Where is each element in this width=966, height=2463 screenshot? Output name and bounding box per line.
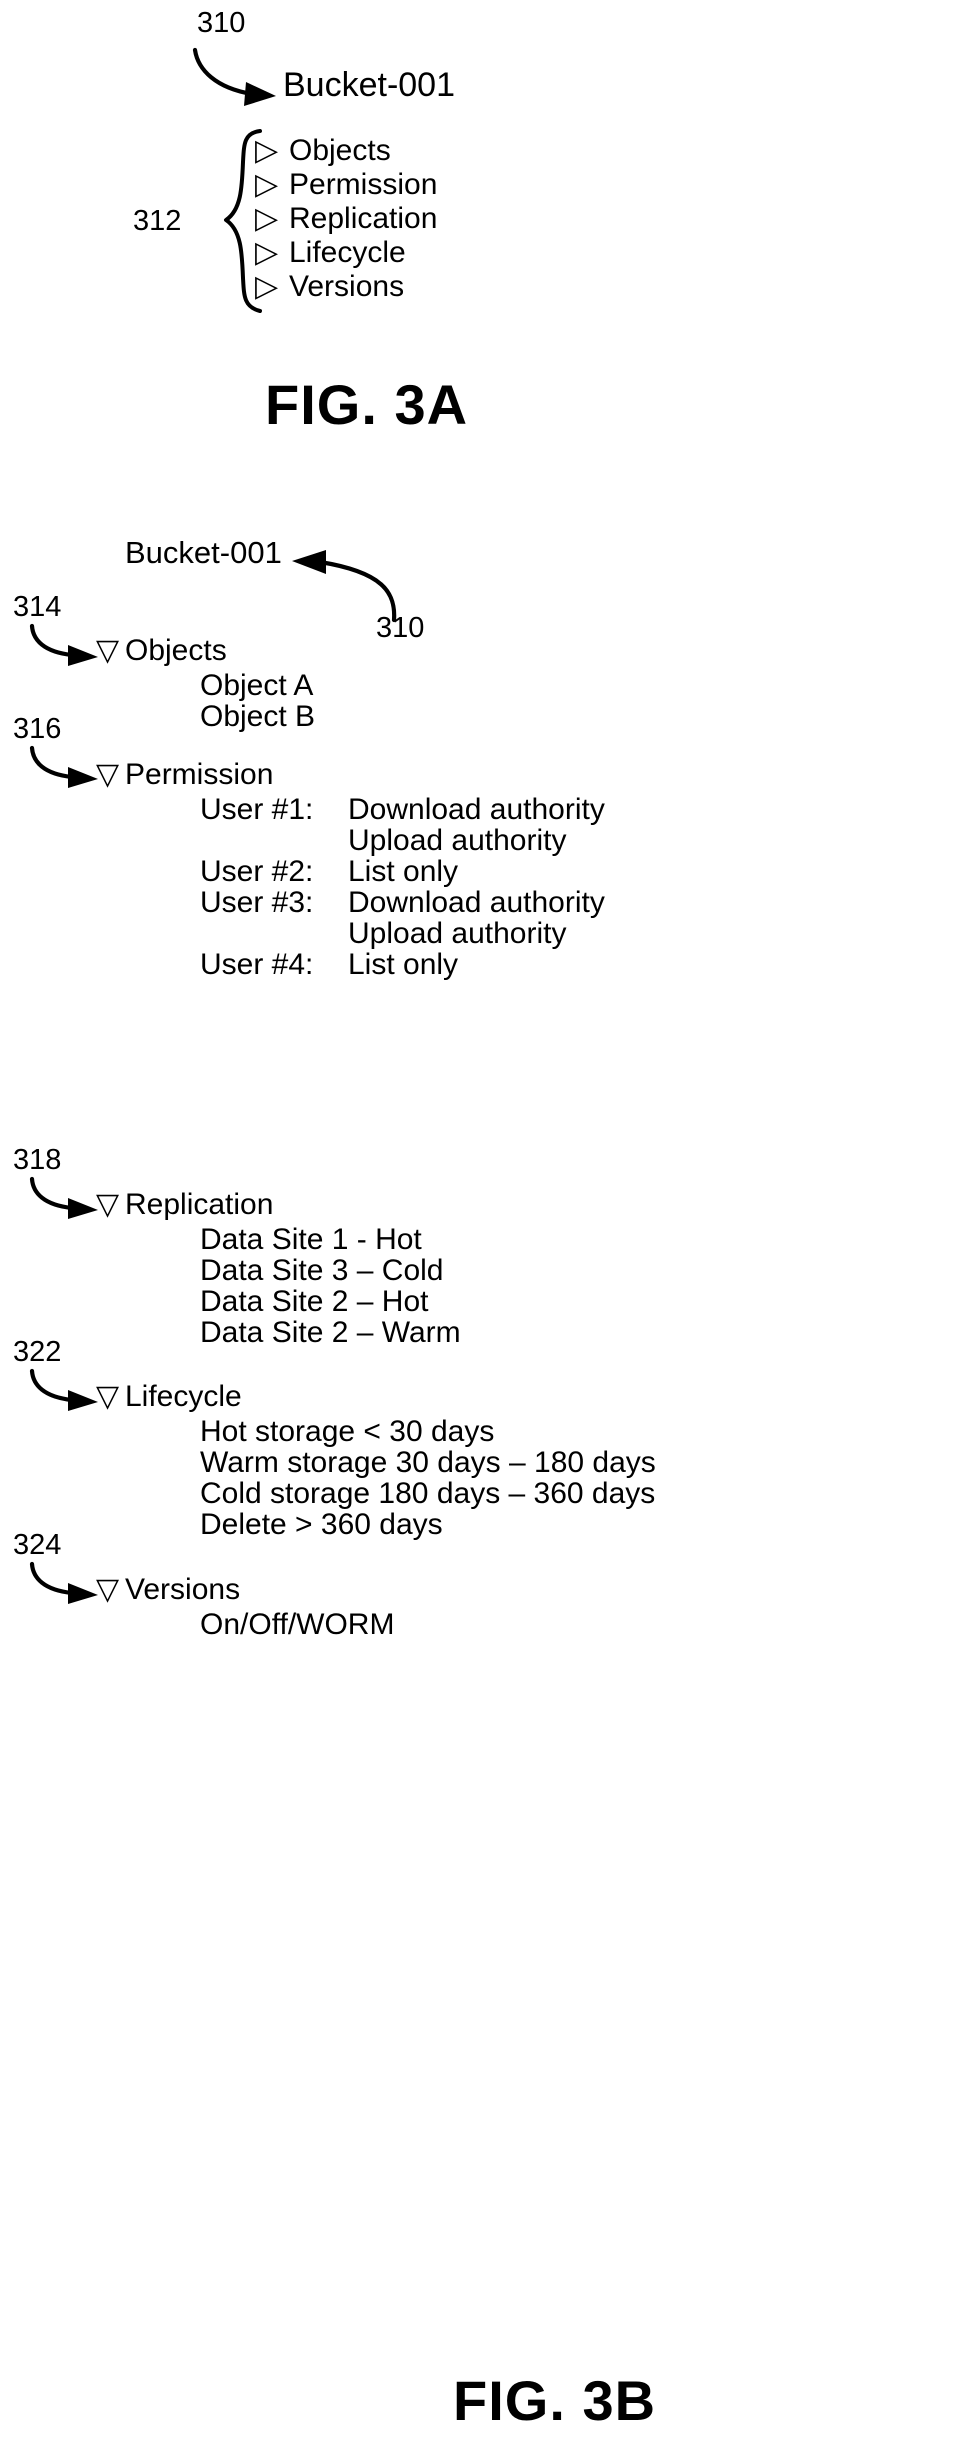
section-rows-permission: User #1: Download authority Upload autho…: [200, 793, 605, 981]
list-item: On/Off/WORM: [200, 1608, 395, 1641]
row-left: Warm storage 30 days – 180 days: [200, 1446, 656, 1479]
row-left: Cold storage 180 days – 360 days: [200, 1477, 656, 1510]
list-item: Data Site 1 - Hot: [200, 1223, 461, 1256]
section-title: Objects: [125, 634, 227, 667]
row-left: Delete > 360 days: [200, 1508, 443, 1541]
expanded-triangle-icon: ▽: [96, 758, 120, 791]
row-left: User #3:: [200, 886, 314, 919]
row-left: Object A: [200, 669, 314, 702]
list-item: Warm storage 30 days – 180 days: [200, 1446, 656, 1479]
row-left: Data Site 3 – Cold: [200, 1254, 444, 1287]
expanded-triangle-icon: ▽: [96, 1380, 120, 1413]
list-item: Data Site 2 – Warm: [200, 1316, 461, 1349]
row-right: Upload authority: [348, 917, 567, 950]
row-left: User #2:: [200, 855, 314, 888]
row-right: List only: [348, 948, 459, 981]
ref-numeral-322: 322: [13, 1336, 62, 1368]
section-header-replication[interactable]: ▽ Replication: [96, 1188, 273, 1222]
row-left: Data Site 2 – Hot: [200, 1285, 429, 1318]
list-item: Cold storage 180 days – 360 days: [200, 1477, 656, 1510]
section-title: Permission: [125, 758, 274, 791]
expanded-triangle-icon: ▽: [96, 634, 120, 667]
ref-numeral-310-b: 310: [376, 612, 425, 644]
list-item: User #2: List only: [200, 855, 605, 888]
figure-3b: Bucket-001 310 314 ▽ Objects Object A Ob…: [0, 0, 966, 2463]
list-item: User #4: List only: [200, 948, 605, 981]
row-left: User #1:: [200, 793, 314, 826]
list-item: Hot storage < 30 days: [200, 1415, 656, 1448]
row-right: Download authority: [348, 793, 605, 826]
ref-numeral-324: 324: [13, 1529, 62, 1561]
section-header-lifecycle[interactable]: ▽ Lifecycle: [96, 1380, 242, 1414]
section-rows-replication: Data Site 1 - Hot Data Site 3 – Cold Dat…: [200, 1223, 461, 1349]
figure-caption-3b: FIG. 3B: [453, 2369, 657, 2432]
ref-numeral-318: 318: [13, 1144, 62, 1176]
row-left: Hot storage < 30 days: [200, 1415, 495, 1448]
list-item: User #3: Download authority: [200, 886, 605, 919]
row-left: Data Site 1 - Hot: [200, 1223, 422, 1256]
row-left: On/Off/WORM: [200, 1608, 395, 1641]
section-rows-objects: Object A Object B: [200, 669, 350, 733]
section-header-objects[interactable]: ▽ Objects: [96, 634, 227, 668]
ref-numeral-316: 316: [13, 713, 62, 745]
section-title: Lifecycle: [125, 1380, 242, 1413]
row-left: User #4:: [200, 948, 314, 981]
section-rows-versions: On/Off/WORM: [200, 1608, 395, 1641]
section-title: Replication: [125, 1188, 274, 1221]
row-left: Data Site 2 – Warm: [200, 1316, 461, 1349]
row-left: Object B: [200, 700, 316, 733]
list-item: Upload authority: [200, 824, 605, 857]
list-item: Object B: [200, 700, 350, 733]
expanded-triangle-icon: ▽: [96, 1188, 120, 1221]
list-item: Data Site 3 – Cold: [200, 1254, 461, 1287]
section-header-permission[interactable]: ▽ Permission: [96, 758, 273, 792]
section-header-versions[interactable]: ▽ Versions: [96, 1573, 240, 1607]
section-rows-lifecycle: Hot storage < 30 days Warm storage 30 da…: [200, 1415, 656, 1541]
list-item: Upload authority: [200, 917, 605, 950]
list-item: Delete > 360 days: [200, 1508, 656, 1541]
list-item: Object A: [200, 669, 350, 702]
section-title: Versions: [125, 1573, 241, 1606]
row-right: Upload authority: [348, 824, 567, 857]
bucket-root-label-3b: Bucket-001: [125, 535, 282, 570]
list-item: Data Site 2 – Hot: [200, 1285, 461, 1318]
list-item: User #1: Download authority: [200, 793, 605, 826]
row-right: Download authority: [348, 886, 605, 919]
ref-numeral-314: 314: [13, 591, 62, 623]
expanded-triangle-icon: ▽: [96, 1573, 120, 1606]
row-right: List only: [348, 855, 459, 888]
